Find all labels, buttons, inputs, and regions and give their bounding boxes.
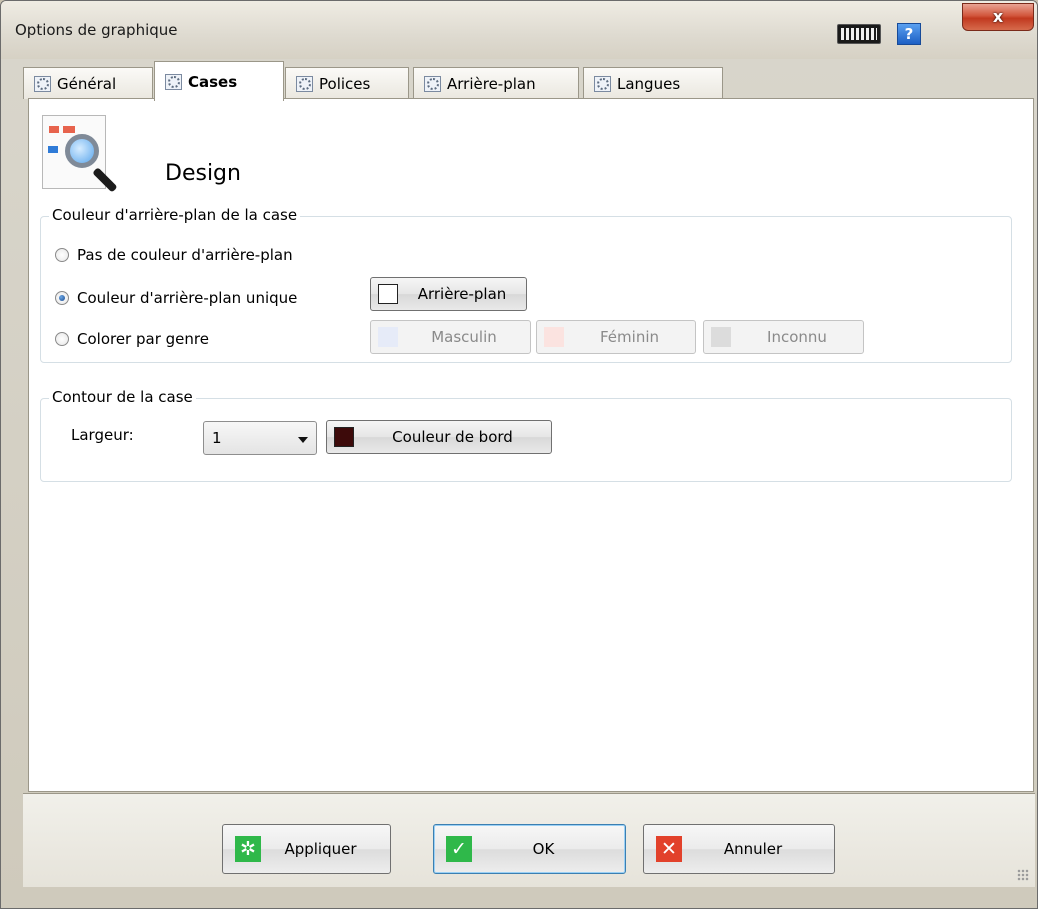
feminine-color-button[interactable]: Féminin xyxy=(536,320,696,354)
close-button[interactable]: x xyxy=(962,3,1034,31)
background-color-button[interactable]: Arrière-plan xyxy=(370,277,527,311)
button-label: Arrière-plan xyxy=(417,285,507,303)
chevron-down-icon xyxy=(298,437,308,443)
width-select[interactable]: 1 xyxy=(203,421,317,455)
help-button[interactable]: ? xyxy=(897,23,921,45)
check-icon: ✓ xyxy=(446,836,472,862)
radio-no-background[interactable]: Pas de couleur d'arrière-plan xyxy=(55,246,293,264)
settings-tab-icon xyxy=(165,73,182,90)
tab-polices[interactable]: Polices xyxy=(285,67,409,99)
border-color-button[interactable]: Couleur de bord xyxy=(326,420,552,454)
design-magnifier-icon xyxy=(42,115,118,193)
tab-label: Langues xyxy=(617,74,681,93)
radio-color-by-gender[interactable]: Colorer par genre xyxy=(55,330,209,348)
color-swatch xyxy=(378,327,398,347)
tab-label: Cases xyxy=(188,72,238,91)
unknown-color-button[interactable]: Inconnu xyxy=(703,320,864,354)
button-label: Appliquer xyxy=(284,840,357,858)
button-label: Annuler xyxy=(723,840,783,858)
settings-tab-icon xyxy=(34,75,51,92)
apply-button[interactable]: ✲ Appliquer xyxy=(222,824,391,874)
tab-strip: Général Cases Polices Arrière-plan Langu… xyxy=(23,61,1031,101)
background-color-group: Couleur d'arrière-plan de la case Pas de… xyxy=(40,206,1012,363)
radio-label: Colorer par genre xyxy=(77,330,209,348)
tab-arriere-plan[interactable]: Arrière-plan xyxy=(413,67,579,99)
tab-label: Polices xyxy=(319,74,371,93)
width-value: 1 xyxy=(212,429,222,447)
color-swatch xyxy=(334,427,354,447)
masculine-color-button[interactable]: Masculin xyxy=(370,320,531,354)
dialog-button-bar: ✲ Appliquer ✓ OK ✕ Annuler xyxy=(23,793,1035,887)
settings-tab-icon xyxy=(594,75,611,92)
tab-label: Arrière-plan xyxy=(447,74,536,93)
button-label: Couleur de bord xyxy=(392,428,513,446)
radio-single-background[interactable]: Couleur d'arrière-plan unique xyxy=(55,289,297,307)
radio-button[interactable] xyxy=(55,332,69,346)
options-dialog: Options de graphique ? x Général Cases P… xyxy=(0,0,1038,909)
button-label: Masculin xyxy=(431,328,497,346)
group-legend: Couleur d'arrière-plan de la case xyxy=(49,206,301,224)
radio-button[interactable] xyxy=(55,291,69,305)
title-bar: Options de graphique ? x xyxy=(1,1,1037,59)
radio-label: Couleur d'arrière-plan unique xyxy=(77,289,298,307)
tab-panel-cases: Design Couleur d'arrière-plan de la case… xyxy=(28,98,1034,792)
color-swatch xyxy=(378,284,398,304)
keyboard-icon[interactable] xyxy=(837,24,881,44)
cancel-icon: ✕ xyxy=(656,836,682,862)
button-label: OK xyxy=(532,840,555,858)
button-label: Féminin xyxy=(600,328,659,346)
tab-label: Général xyxy=(57,74,117,93)
color-swatch xyxy=(711,327,731,347)
width-label: Largeur: xyxy=(71,426,134,444)
tab-cases[interactable]: Cases xyxy=(154,61,284,101)
apply-icon: ✲ xyxy=(235,836,261,862)
resize-grip[interactable] xyxy=(1017,869,1029,881)
radio-button[interactable] xyxy=(55,248,69,262)
button-label: Inconnu xyxy=(767,328,827,346)
radio-label: Pas de couleur d'arrière-plan xyxy=(77,246,293,264)
settings-tab-icon xyxy=(424,75,441,92)
color-swatch xyxy=(544,327,564,347)
tab-langues[interactable]: Langues xyxy=(583,67,723,99)
ok-button[interactable]: ✓ OK xyxy=(433,824,626,874)
group-legend: Contour de la case xyxy=(49,388,196,406)
window-title: Options de graphique xyxy=(15,21,178,39)
section-title: Design xyxy=(165,161,241,186)
cancel-button[interactable]: ✕ Annuler xyxy=(643,824,835,874)
settings-tab-icon xyxy=(296,75,313,92)
box-outline-group: Contour de la case Largeur: 1 Couleur de… xyxy=(40,388,1012,482)
tab-general[interactable]: Général xyxy=(23,67,153,99)
